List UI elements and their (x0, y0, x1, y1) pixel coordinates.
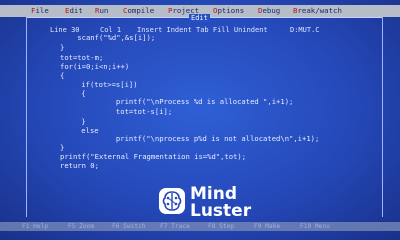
fkey-help[interactable]: F1 Help (22, 222, 48, 231)
code-line: printf("External Fragmentation is=%d",to… (60, 152, 247, 161)
fkey-make[interactable]: F9 Make (254, 222, 280, 231)
menu-options[interactable]: Options (213, 6, 244, 16)
code-line: return 0; (60, 161, 99, 170)
menu-edit[interactable]: Edit (65, 6, 83, 16)
status-modes: Insert Indent Tab Fill Unindent (137, 26, 268, 34)
fkey-menu[interactable]: F10 Menu (300, 222, 330, 231)
fkey-trace[interactable]: F7 Trace (160, 222, 190, 231)
menu-debug[interactable]: Debug (258, 6, 280, 16)
code-line: } (60, 43, 65, 52)
editor-title-bar: Edit (27, 14, 382, 25)
code-line: scanf("%d",&s[i]); (60, 33, 156, 42)
code-line: tot=tot-s[i]; (64, 107, 173, 116)
status-file: D:MUT.C (290, 26, 320, 34)
fkey-step[interactable]: F8 Step (208, 222, 234, 231)
function-key-bar: F1 Help F5 Zoom F6 Switch F7 Trace F8 St… (0, 222, 400, 231)
mindluster-logo-icon (159, 188, 185, 214)
watermark-line2: Luster (190, 201, 252, 221)
code-line: if(tot>=s[i]) (64, 80, 138, 89)
menu-compile[interactable]: Compile (123, 6, 154, 16)
code-line: } (60, 143, 65, 152)
fkey-zoom[interactable]: F5 Zoom (68, 222, 94, 231)
code-line: printf("\nprocess p%d is not allocated\n… (64, 134, 320, 143)
menu-file[interactable]: File (31, 6, 49, 16)
menu-break-watch[interactable]: Break/watch (293, 6, 342, 16)
code-line: } (64, 117, 86, 126)
code-line: { (60, 71, 65, 80)
code-line: for(i=0;i<n;i++) (60, 62, 130, 71)
code-line: tot=tot-m; (60, 53, 104, 62)
fkey-switch[interactable]: F6 Switch (112, 222, 146, 231)
turbo-c-ide-screen: File Edit Run Compile Project Options De… (0, 0, 400, 240)
editor-title: Edit (189, 14, 210, 22)
menu-run[interactable]: Run (95, 6, 108, 16)
code-line: printf("\nProcess %d is allocated ",i+1)… (64, 97, 294, 106)
